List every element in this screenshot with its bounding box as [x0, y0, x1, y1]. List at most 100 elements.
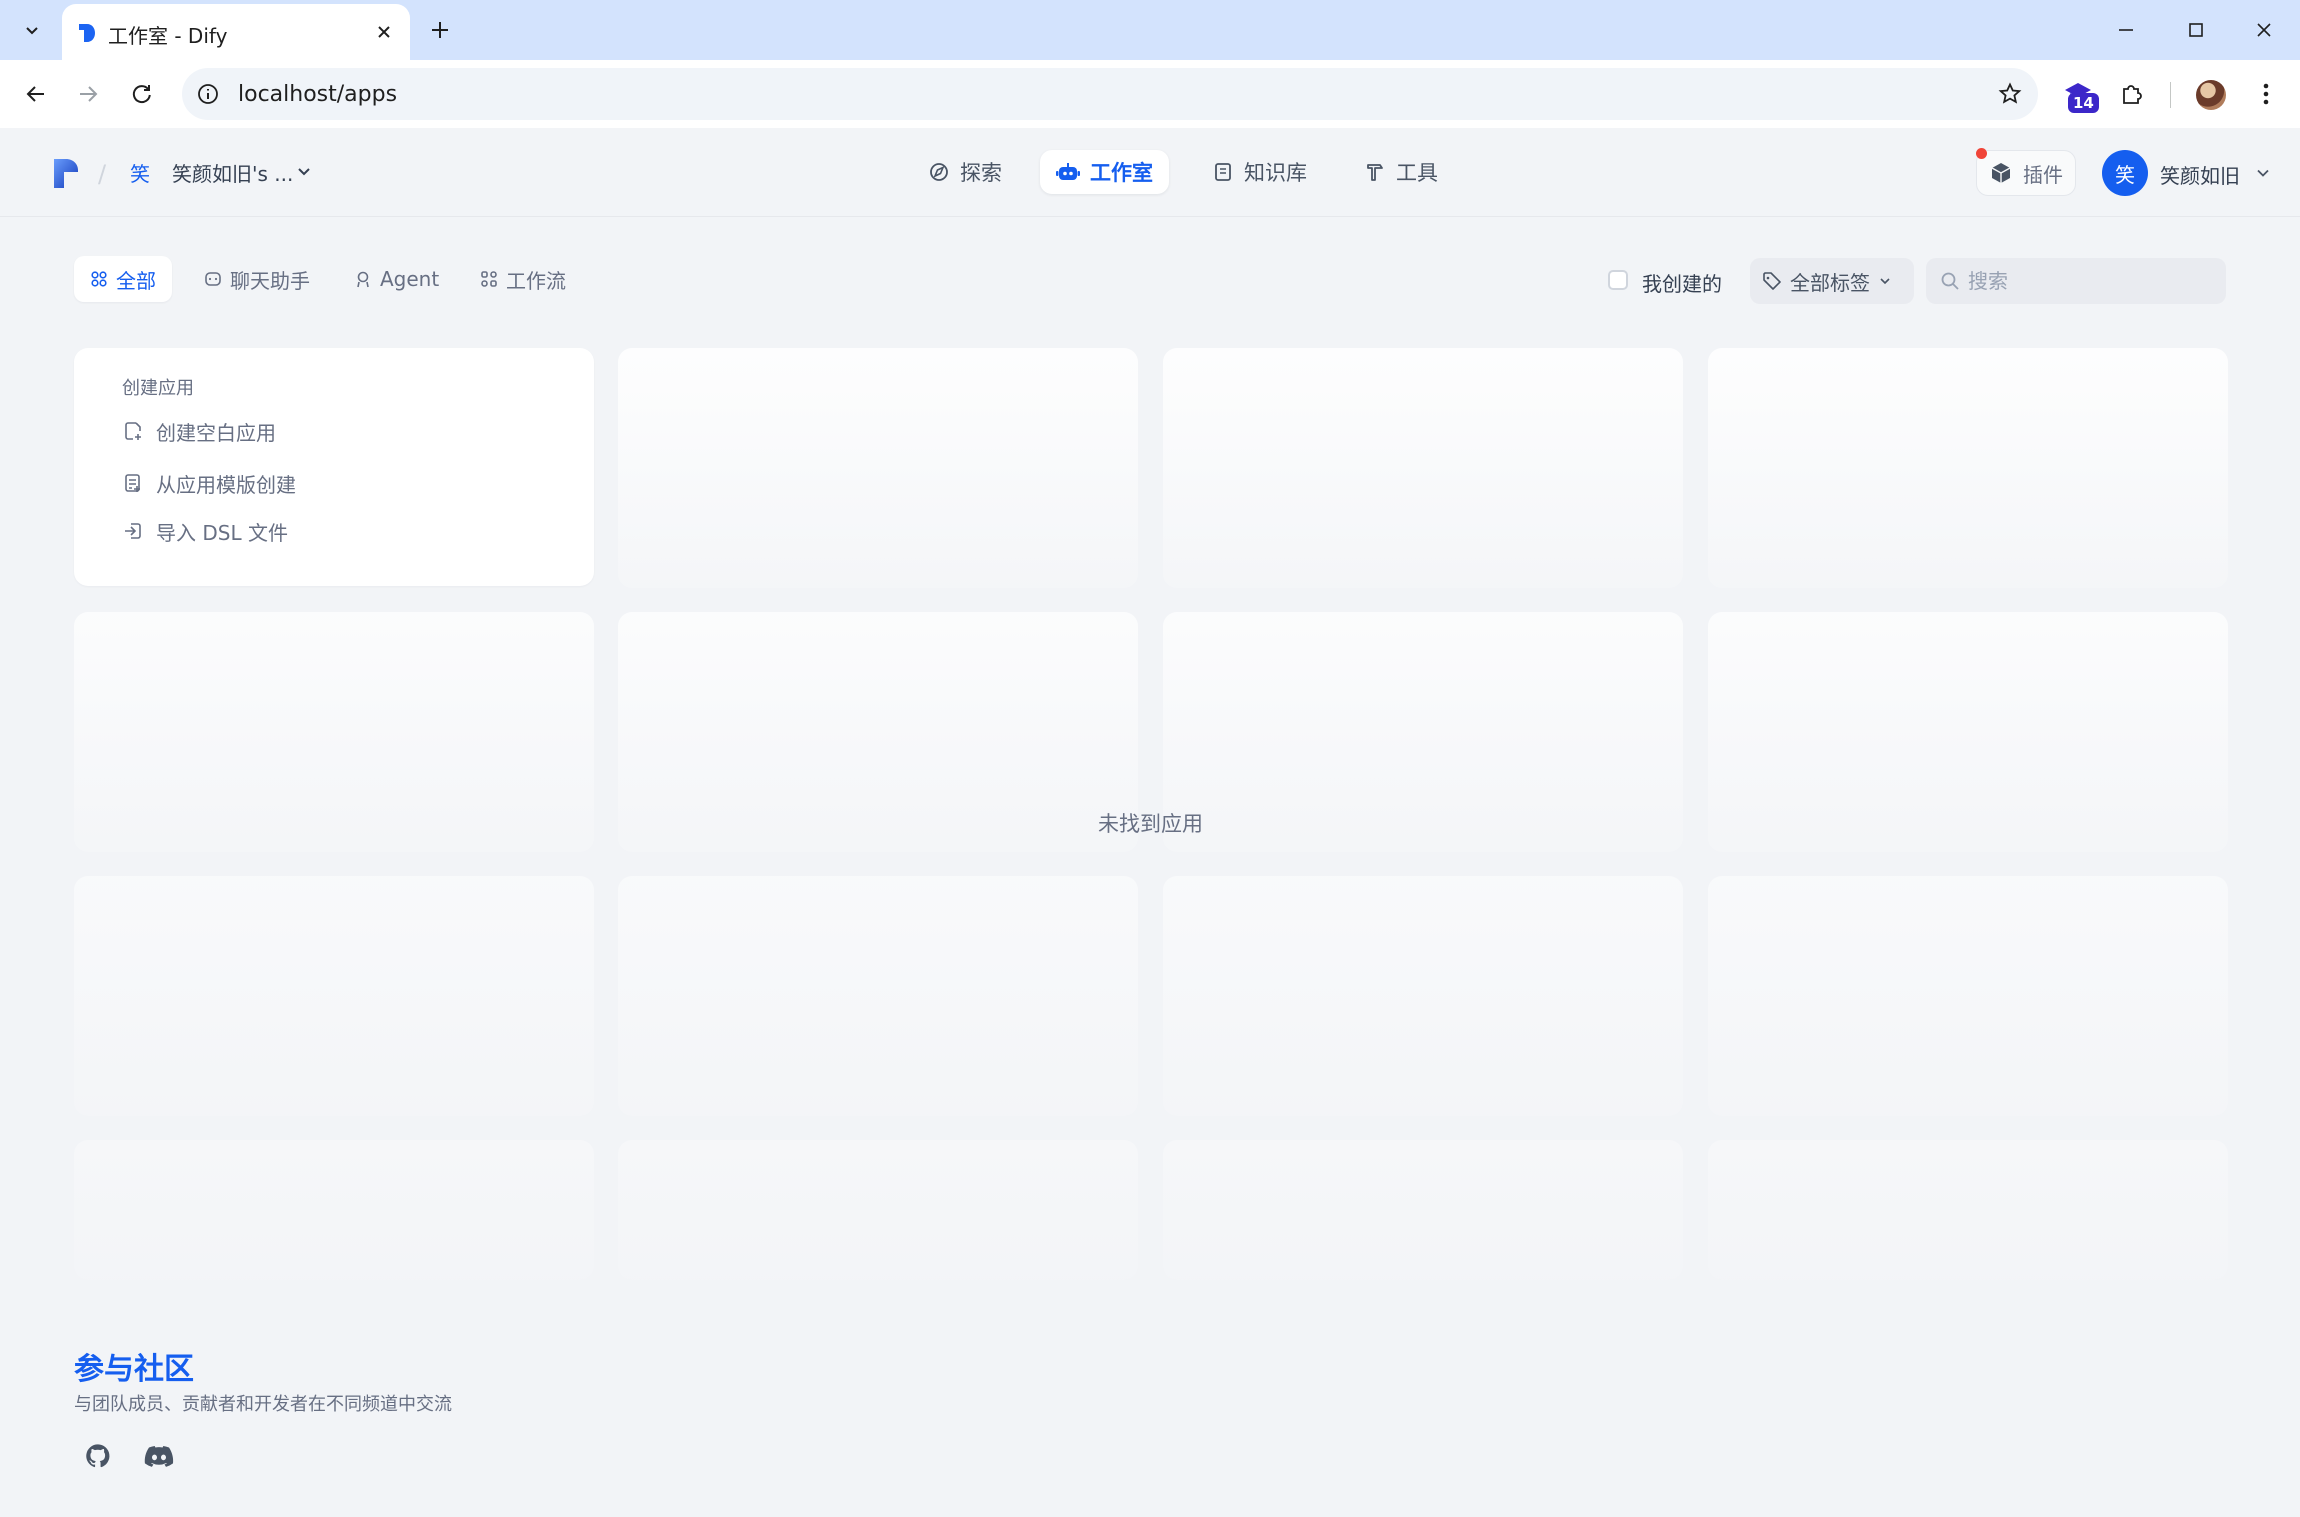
- address-bar[interactable]: localhost/apps: [182, 68, 2038, 120]
- nav-knowledge-label: 知识库: [1244, 161, 1307, 185]
- chevron-down-icon[interactable]: [296, 164, 312, 180]
- reload-button[interactable]: [122, 74, 162, 114]
- minimize-button[interactable]: [2102, 12, 2150, 48]
- discord-icon[interactable]: [144, 1444, 174, 1468]
- app-card-placeholder: [1708, 1140, 2228, 1280]
- minimize-icon: [2119, 29, 2133, 31]
- dify-favicon-icon: [79, 24, 95, 42]
- chevron-down-icon[interactable]: [2256, 166, 2270, 180]
- search-box[interactable]: [1926, 258, 2226, 304]
- hammer-icon: [1367, 164, 1383, 181]
- import-dsl-button[interactable]: 导入 DSL 文件: [122, 514, 288, 548]
- grid-icon: [91, 271, 107, 287]
- app-header: / 笑 笑颜如旧's ... 探索 工作室 知识库 工具 插件 笑 笑颜如旧: [0, 128, 2300, 217]
- user-menu[interactable]: 笑颜如旧: [2160, 160, 2240, 189]
- arrow-left-icon: [26, 86, 44, 102]
- toolbar-divider: [2170, 82, 2171, 108]
- extension-badge: 14: [2068, 93, 2099, 113]
- workspace-selector[interactable]: 笑颜如旧's ...: [172, 158, 293, 187]
- more-vertical-icon: [2263, 83, 2269, 105]
- tag-icon: [1763, 272, 1781, 290]
- workflow-icon: [481, 271, 497, 287]
- app-card-placeholder: [1708, 876, 2228, 1116]
- github-icon[interactable]: [84, 1442, 112, 1470]
- extensions-menu-button[interactable]: [2112, 74, 2152, 114]
- browser-tab[interactable]: 工作室 - Dify: [62, 4, 410, 60]
- filter-tab-workflow[interactable]: 工作流: [464, 256, 582, 302]
- filter-tab-workflow-label: 工作流: [506, 268, 566, 293]
- nav-explore-label: 探索: [960, 161, 1002, 185]
- profile-avatar[interactable]: [2196, 80, 2226, 110]
- app-card-placeholder: [618, 1140, 1138, 1280]
- notification-dot: [1976, 148, 1987, 159]
- search-input[interactable]: [1966, 266, 2210, 296]
- close-icon: [2257, 23, 2271, 37]
- filter-tab-chat[interactable]: 聊天助手: [188, 256, 326, 302]
- user-avatar[interactable]: 笑: [2102, 150, 2148, 196]
- app-card-placeholder: [618, 876, 1138, 1116]
- new-file-icon: [125, 422, 141, 440]
- app-card-placeholder: [1163, 348, 1683, 588]
- create-from-template-label: 从应用模版创建: [156, 472, 296, 497]
- filter-tab-agent[interactable]: Agent: [338, 256, 455, 302]
- app-card-placeholder: [618, 612, 1138, 852]
- nav-studio-label: 工作室: [1090, 161, 1153, 185]
- app-card-placeholder: [1163, 1140, 1683, 1280]
- nav-explore[interactable]: 探索: [912, 150, 1018, 194]
- book-icon: [1215, 163, 1231, 181]
- nav-studio[interactable]: 工作室: [1040, 150, 1169, 194]
- import-icon: [125, 523, 141, 539]
- app-card-placeholder: [74, 876, 594, 1116]
- filter-tab-all[interactable]: 全部: [74, 256, 172, 302]
- browser-titlebar: 工作室 - Dify: [0, 0, 2300, 60]
- close-icon: [378, 26, 390, 38]
- dify-logo-icon[interactable]: [52, 156, 80, 190]
- chevron-down-icon: [26, 27, 38, 35]
- filter-tab-chat-label: 聊天助手: [230, 268, 310, 293]
- plugins-button[interactable]: 插件: [1976, 150, 2076, 196]
- nav-knowledge[interactable]: 知识库: [1196, 150, 1323, 194]
- community-description: 与团队成员、贡献者和开发者在不同频道中交流: [74, 1394, 452, 1415]
- import-dsl-label: 导入 DSL 文件: [156, 520, 288, 545]
- reload-icon: [132, 85, 151, 104]
- compass-icon: [930, 163, 948, 181]
- browser-toolbar: localhost/apps 14: [0, 60, 2300, 128]
- maximize-icon: [2189, 23, 2203, 37]
- maximize-button[interactable]: [2172, 12, 2220, 48]
- close-window-button[interactable]: [2240, 12, 2288, 48]
- bookmark-star-icon[interactable]: [1998, 82, 2022, 106]
- robot-icon: [1056, 163, 1080, 180]
- tag-filter-dropdown[interactable]: 全部标签: [1750, 258, 1914, 304]
- info-icon[interactable]: [196, 82, 220, 106]
- breadcrumb-separator: /: [98, 160, 107, 188]
- tab-close-button[interactable]: [372, 20, 396, 44]
- tag-filter-label: 全部标签: [1790, 270, 1870, 295]
- nav-tools-label: 工具: [1396, 161, 1438, 185]
- create-blank-app-button[interactable]: 创建空白应用: [122, 414, 276, 448]
- filter-tab-all-label: 全部: [116, 268, 156, 293]
- puzzle-icon: [2123, 85, 2142, 104]
- app-card-placeholder: [1708, 612, 2228, 852]
- back-button[interactable]: [16, 74, 56, 114]
- nav-tools[interactable]: 工具: [1348, 150, 1454, 194]
- created-by-me-checkbox[interactable]: [1608, 270, 1628, 290]
- tab-search-button[interactable]: [12, 12, 52, 48]
- create-app-title: 创建应用: [122, 378, 194, 399]
- chat-icon: [205, 272, 221, 286]
- new-tab-button[interactable]: [424, 14, 456, 46]
- plus-icon: [432, 22, 448, 38]
- browser-menu-button[interactable]: [2246, 74, 2286, 114]
- forward-button[interactable]: [68, 74, 108, 114]
- filter-tab-agent-label: Agent: [380, 267, 440, 291]
- tab-title: 工作室 - Dify: [108, 24, 228, 48]
- agent-icon: [357, 271, 369, 288]
- user-avatar-letter: 笑: [2115, 162, 2135, 187]
- community-title: 参与社区: [74, 1352, 194, 1387]
- create-from-template-button[interactable]: 从应用模版创建: [122, 466, 296, 500]
- url-text[interactable]: localhost/apps: [238, 82, 397, 107]
- app-card-placeholder: [1163, 612, 1683, 852]
- app-card-placeholder: [618, 348, 1138, 588]
- created-by-me-label[interactable]: 我创建的: [1642, 268, 1722, 297]
- plugins-label: 插件: [2023, 162, 2063, 187]
- template-icon: [125, 474, 140, 492]
